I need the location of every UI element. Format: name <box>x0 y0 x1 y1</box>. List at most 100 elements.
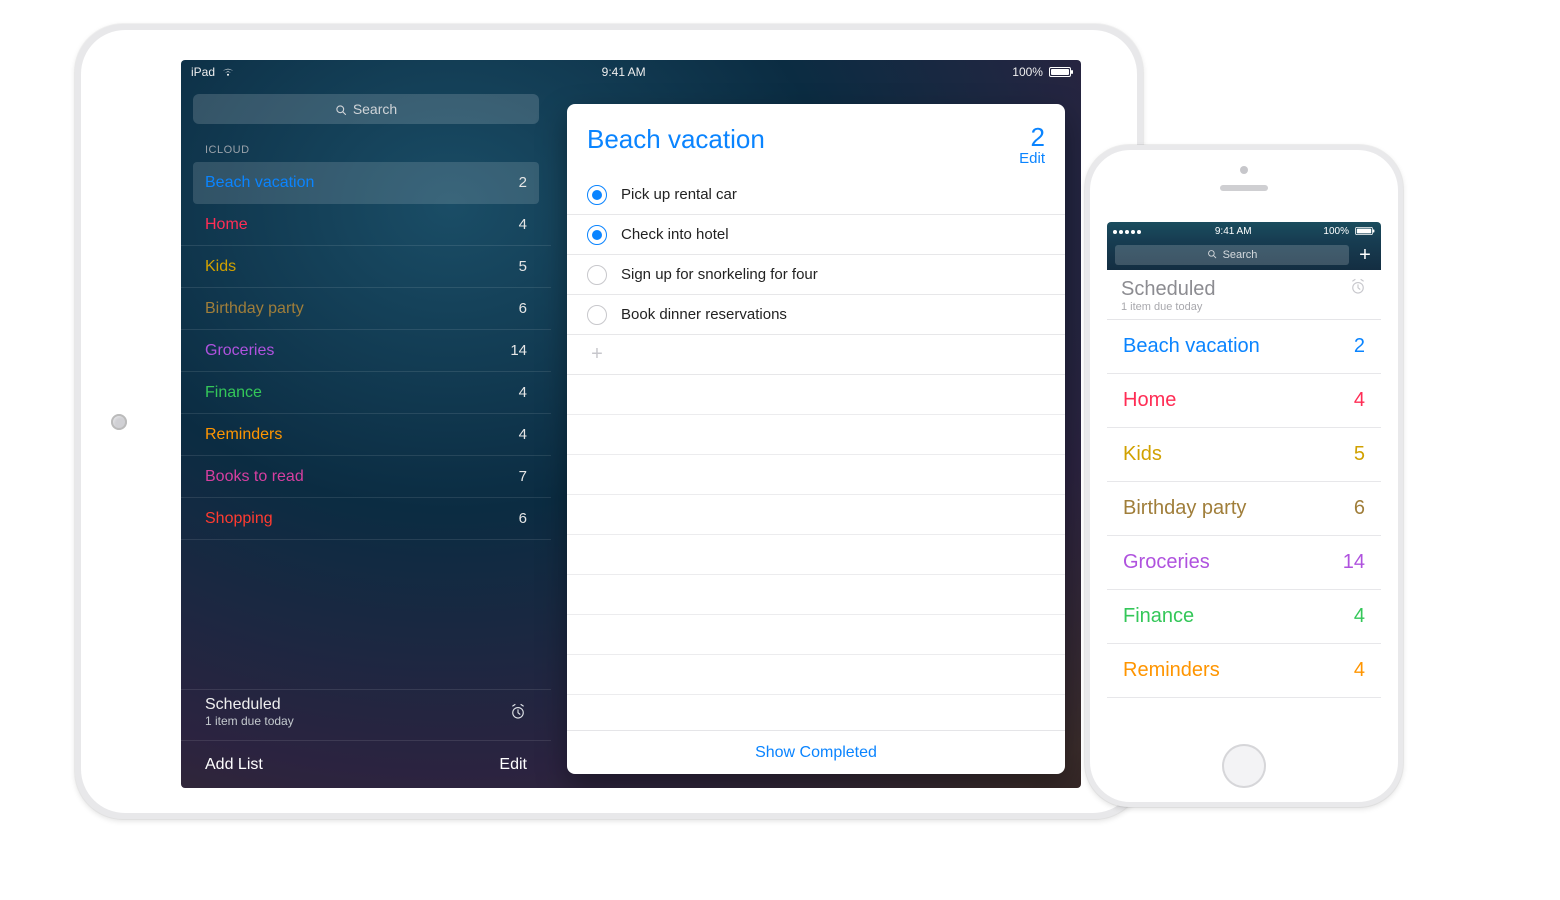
complete-toggle[interactable] <box>587 185 607 205</box>
reminder-row[interactable]: Book dinner reservations <box>567 295 1065 335</box>
sidebar-list-row[interactable]: Finance 4 <box>181 372 551 414</box>
list-name: Books to read <box>205 468 304 486</box>
scheduled-title: Scheduled <box>205 696 294 714</box>
list-name: Groceries <box>205 342 274 360</box>
search-input[interactable]: Search <box>193 94 539 124</box>
ipad-status-bar: iPad 9:41 AM 100% <box>181 60 1081 82</box>
iphone-speaker <box>1220 185 1268 191</box>
sidebar-list-row[interactable]: Birthday party6 <box>181 288 551 330</box>
sidebar-list-row[interactable]: Beach vacation2 <box>193 162 539 204</box>
complete-toggle[interactable] <box>587 225 607 245</box>
edit-button[interactable]: Edit <box>1019 150 1045 167</box>
lists-container: Beach vacation 2 Home 4 Kids 5 Birthday party6… <box>1107 320 1381 698</box>
reminder-title: Pick up rental car <box>621 186 737 203</box>
list-count: 2 <box>1019 124 1045 150</box>
add-list-button[interactable]: Add List <box>205 756 263 774</box>
list-count: 6 <box>519 510 527 527</box>
list-count: 4 <box>519 216 527 233</box>
ruled-line <box>567 495 1065 535</box>
reminder-lines: Pick up rental car Check into hotel Sign u… <box>567 175 1065 730</box>
show-completed-button[interactable]: Show Completed <box>567 730 1065 774</box>
iphone-camera <box>1240 166 1248 174</box>
list-name: Beach vacation <box>205 174 314 192</box>
complete-toggle[interactable] <box>587 305 607 325</box>
sidebar: Search ICLOUD Beach vacation2 Home 4 Kids 5 B… <box>181 82 551 788</box>
ipad-home-button[interactable] <box>111 414 127 430</box>
search-input[interactable]: Search <box>1115 245 1349 265</box>
list-row[interactable]: Groceries14 <box>1107 536 1381 590</box>
list-row[interactable]: Kids 5 <box>1107 428 1381 482</box>
reminder-row[interactable]: Sign up for snorkeling for four <box>567 255 1065 295</box>
iphone-home-button[interactable] <box>1222 744 1266 788</box>
list-count: 4 <box>1354 659 1365 682</box>
iphone-toolbar: Search + <box>1107 240 1381 270</box>
list-count: 4 <box>1354 605 1365 628</box>
list-name: Kids <box>1123 443 1162 466</box>
alarm-icon <box>1349 278 1367 301</box>
list-row[interactable]: Finance4 <box>1107 590 1381 644</box>
reminder-row[interactable]: Pick up rental car <box>567 175 1065 215</box>
list-name: Home <box>205 216 248 234</box>
iphone-status-bar: 9:41 AM 100% <box>1107 222 1381 240</box>
list-row[interactable]: Home 4 <box>1107 374 1381 428</box>
battery-pct: 100% <box>1323 226 1349 237</box>
reminders-card: Beach vacation 2 Edit Pick up rental car… <box>567 104 1065 774</box>
scheduled-subtitle: 1 item due today <box>1121 301 1216 313</box>
list-row[interactable]: Reminders 4 <box>1107 644 1381 698</box>
add-reminder-row[interactable]: + <box>567 335 1065 375</box>
sidebar-footer: Add List Edit <box>181 740 551 788</box>
sidebar-list-row[interactable]: Books to read7 <box>181 456 551 498</box>
battery-icon <box>1049 67 1071 77</box>
list-name: Birthday party <box>205 300 304 318</box>
list-name: Kids <box>205 258 236 276</box>
ipad-bezel: iPad 9:41 AM 100% Search <box>81 30 1137 813</box>
ruled-line <box>567 575 1065 615</box>
scheduled-row[interactable]: Scheduled 1 item due today <box>181 689 551 738</box>
list-title: Beach vacation <box>587 124 765 155</box>
wifi-icon <box>221 67 235 77</box>
sidebar-list-row[interactable]: Home 4 <box>181 204 551 246</box>
edit-lists-button[interactable]: Edit <box>499 756 527 774</box>
ipad-screen: iPad 9:41 AM 100% Search <box>181 60 1081 788</box>
list-count: 5 <box>519 258 527 275</box>
list-count: 4 <box>519 426 527 443</box>
scheduled-subtitle: 1 item due today <box>205 714 294 728</box>
reminder-title: Check into hotel <box>621 226 729 243</box>
plus-icon: + <box>587 343 607 366</box>
scheduled-row[interactable]: Scheduled 1 item due today <box>1107 270 1381 320</box>
sidebar-list-row[interactable]: Reminders 4 <box>181 414 551 456</box>
signal-icon <box>1113 226 1143 237</box>
battery-pct: 100% <box>1012 65 1043 79</box>
reminder-title: Book dinner reservations <box>621 306 787 323</box>
ruled-line <box>567 415 1065 455</box>
list-name: Home <box>1123 389 1176 412</box>
list-name: Reminders <box>205 426 282 444</box>
alarm-icon <box>509 703 527 721</box>
sidebar-list-row[interactable]: Shopping6 <box>181 498 551 540</box>
battery-icon <box>1355 227 1373 235</box>
ipad-device-frame: iPad 9:41 AM 100% Search <box>75 24 1143 819</box>
list-row[interactable]: Beach vacation 2 <box>1107 320 1381 374</box>
search-icon <box>1207 249 1219 261</box>
sidebar-list-row[interactable]: Kids 5 <box>181 246 551 288</box>
list-count: 6 <box>1354 497 1365 520</box>
list-name: Groceries <box>1123 551 1210 574</box>
list-count: 4 <box>519 384 527 401</box>
section-label: ICLOUD <box>181 144 551 156</box>
iphone-bezel: 9:41 AM 100% Search + Scheduled <box>1090 150 1398 802</box>
add-button[interactable]: + <box>1357 244 1373 267</box>
ruled-line <box>567 455 1065 495</box>
list-row[interactable]: Birthday party6 <box>1107 482 1381 536</box>
complete-toggle[interactable] <box>587 265 607 285</box>
search-placeholder: Search <box>1223 249 1258 261</box>
list-name: Reminders <box>1123 659 1220 682</box>
list-count: 2 <box>1354 335 1365 358</box>
list-count: 4 <box>1354 389 1365 412</box>
list-name: Beach vacation <box>1123 335 1260 358</box>
sidebar-list-row[interactable]: Groceries14 <box>181 330 551 372</box>
search-icon <box>335 103 347 115</box>
device-label: iPad <box>191 65 215 79</box>
list-count: 5 <box>1354 443 1365 466</box>
list-name: Finance <box>205 384 262 402</box>
reminder-row[interactable]: Check into hotel <box>567 215 1065 255</box>
